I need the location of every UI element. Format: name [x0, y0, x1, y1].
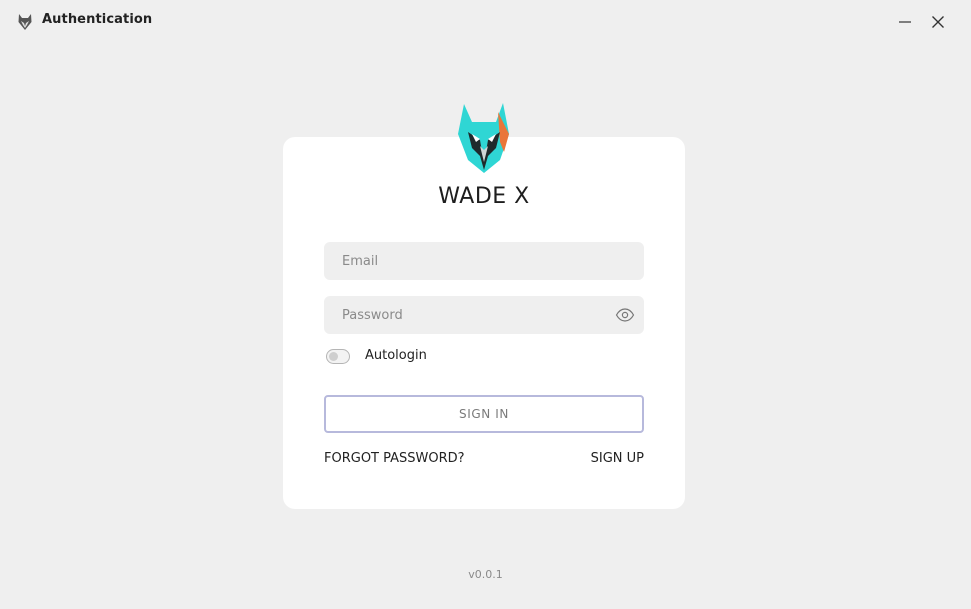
close-icon	[932, 16, 944, 28]
email-input[interactable]	[324, 242, 644, 280]
autologin-label: Autologin	[365, 348, 427, 363]
auth-window: Authentication WADE X Email Autologin SI…	[0, 0, 971, 609]
forgot-password-link[interactable]: FORGOT PASSWORD?	[324, 451, 465, 466]
wolf-app-icon	[18, 14, 32, 30]
sign-up-link[interactable]: SIGN UP	[591, 451, 644, 466]
password-field-wrapper	[324, 296, 644, 334]
title-bar[interactable]: Authentication	[0, 0, 971, 44]
minimize-button[interactable]	[888, 6, 922, 38]
minimize-icon	[899, 21, 911, 23]
email-field-wrapper	[324, 242, 644, 280]
close-button[interactable]	[921, 6, 955, 38]
password-input[interactable]	[324, 296, 644, 334]
window-title: Authentication	[42, 12, 153, 27]
eye-icon[interactable]	[615, 306, 635, 324]
toggle-knob	[329, 352, 338, 361]
version-label: v0.0.1	[468, 568, 503, 581]
sign-in-button[interactable]: SIGN IN	[324, 395, 644, 433]
wolf-logo-icon	[458, 103, 509, 173]
brand-name: WADE X	[438, 184, 530, 209]
autologin-toggle[interactable]	[326, 349, 350, 364]
